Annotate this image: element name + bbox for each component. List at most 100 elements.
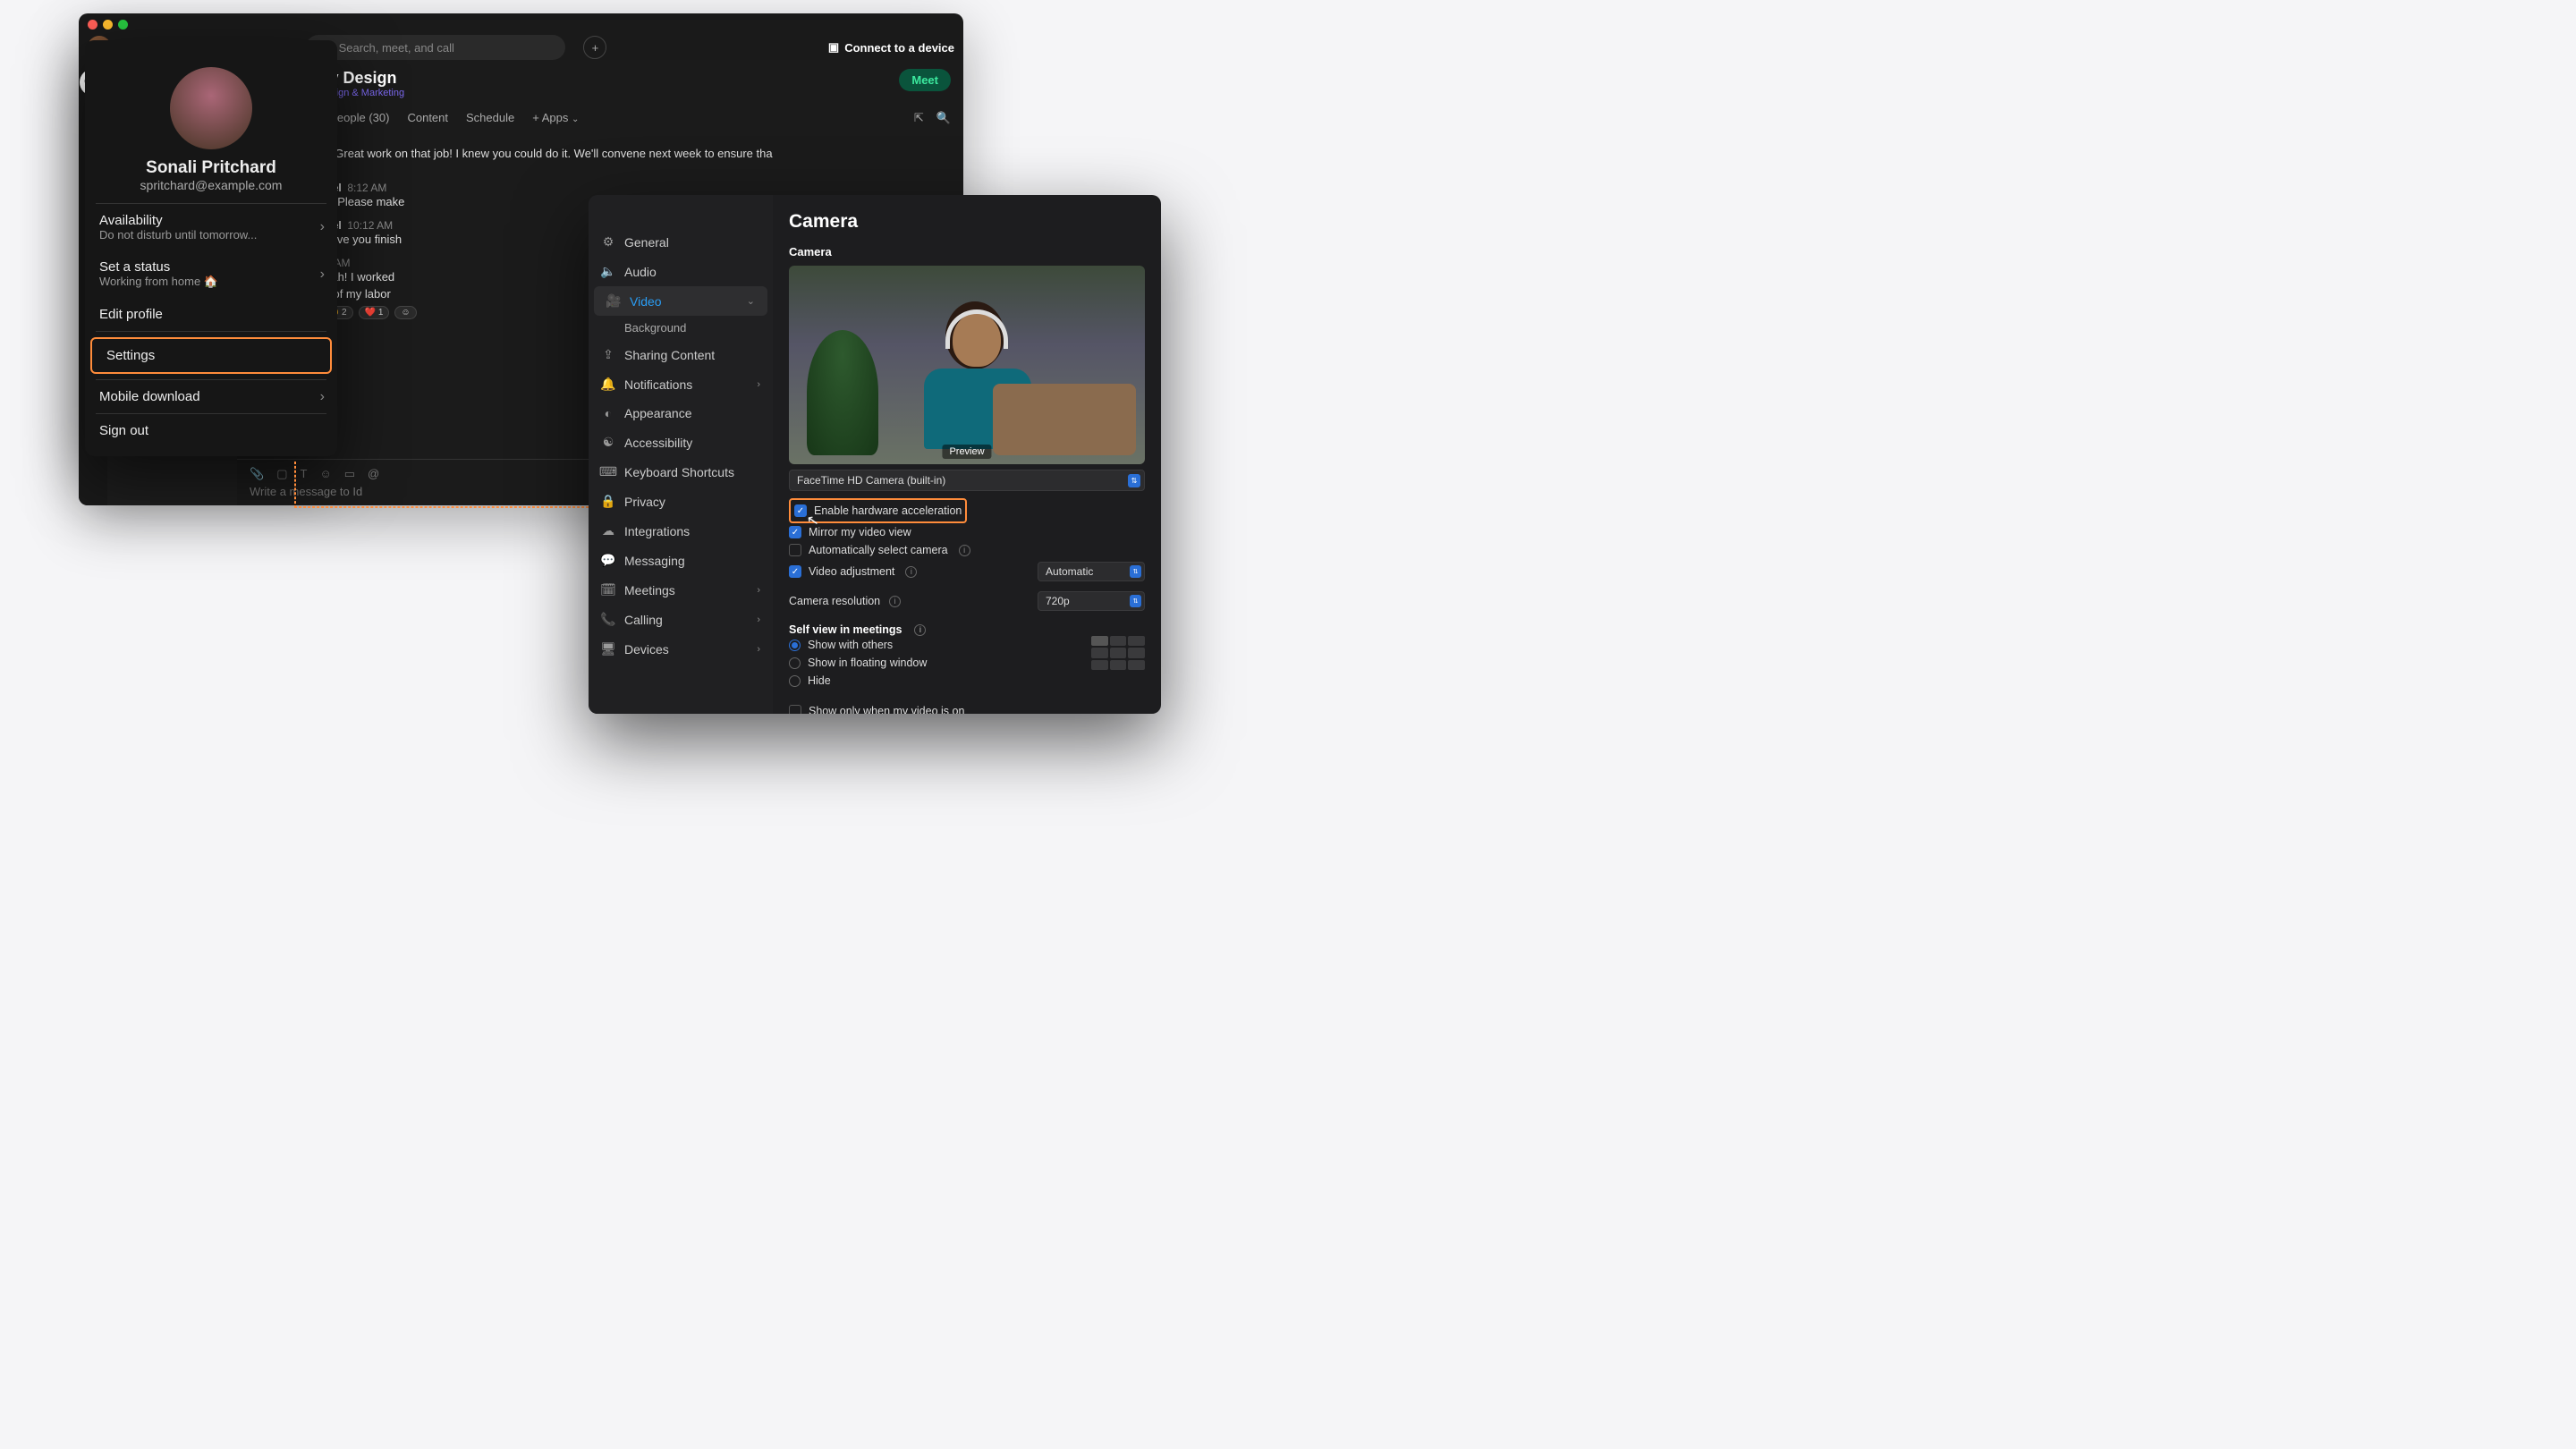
space-subtitle[interactable]: Graphic Design & Marketing: [282, 88, 900, 98]
gear-icon: ⚙: [601, 234, 615, 250]
popover-sign-out[interactable]: Sign out: [85, 414, 337, 447]
add-button[interactable]: +: [583, 36, 606, 59]
profile-name: Sonali Pritchard: [85, 158, 337, 178]
close-icon[interactable]: [88, 20, 97, 30]
speaker-icon: 🔈: [601, 264, 615, 279]
show-only-checkbox-row[interactable]: Show only when my video is on: [789, 702, 1145, 714]
sidebar-item-general[interactable]: ⚙General: [589, 227, 773, 257]
sidebar-item-messaging[interactable]: 💬Messaging: [589, 546, 773, 575]
sidebar-item-privacy[interactable]: 🔒Privacy: [589, 487, 773, 516]
tab-apps[interactable]: + Apps ⌄: [523, 107, 588, 128]
popover-availability[interactable]: AvailabilityDo not disturb until tomorro…: [85, 204, 337, 250]
appearance-icon: ◐: [601, 406, 615, 420]
chevron-right-icon: ›: [757, 644, 760, 655]
popover-settings[interactable]: Settings: [90, 337, 332, 374]
chevron-updown-icon: ⇅: [1130, 565, 1141, 578]
sidebar-item-calling[interactable]: 📞Calling›: [589, 605, 773, 634]
sidebar-item-background[interactable]: Background: [589, 316, 773, 340]
info-icon[interactable]: i: [905, 566, 917, 578]
minimize-icon[interactable]: [103, 20, 113, 30]
popover-mobile-download[interactable]: Mobile download›: [85, 380, 337, 413]
phone-icon: 📞: [601, 612, 615, 627]
checkbox-icon[interactable]: ✓: [789, 526, 801, 538]
settings-window: ⚙General 🔈Audio 🎥Video⌄ Background ⇪Shar…: [589, 195, 1161, 714]
checkbox-icon[interactable]: [789, 705, 801, 714]
radio-icon[interactable]: [789, 657, 801, 669]
sidebar-item-devices[interactable]: 🖥Devices›: [589, 634, 773, 664]
camera-preview: Preview: [789, 266, 1145, 464]
chevron-right-icon: ›: [757, 614, 760, 625]
chevron-down-icon: ⌄: [572, 114, 579, 124]
chat-icon: 💬: [601, 553, 615, 568]
info-icon[interactable]: i: [889, 596, 901, 607]
lock-icon: 🔒: [601, 494, 615, 509]
add-reaction-button[interactable]: ☺: [394, 306, 416, 319]
hw-accel-label: Enable hardware acceleration: [814, 504, 962, 517]
screenshot-icon[interactable]: ▢: [276, 467, 287, 481]
popover-edit-profile[interactable]: Edit profile: [85, 298, 337, 331]
sidebar-item-video[interactable]: 🎥Video⌄: [594, 286, 767, 316]
sidebar-item-sharing[interactable]: ⇪Sharing Content: [589, 340, 773, 369]
checkbox-icon[interactable]: ✓: [789, 565, 801, 578]
radio-icon[interactable]: [789, 640, 801, 651]
meet-button[interactable]: Meet: [899, 69, 951, 91]
video-adjustment-label: Video adjustment: [809, 565, 894, 578]
layout-grid-icon[interactable]: [1091, 636, 1145, 670]
mention-icon[interactable]: @: [368, 467, 379, 481]
tab-schedule[interactable]: Schedule: [457, 107, 523, 128]
meetings-icon: 🗓: [601, 582, 615, 597]
keyboard-icon: ⌨: [601, 464, 615, 479]
preview-label: Preview: [942, 445, 991, 459]
zoom-icon[interactable]: [118, 20, 128, 30]
profile-avatar: [170, 67, 252, 149]
chevron-updown-icon: ⇅: [1128, 474, 1140, 487]
share-icon: ⇪: [601, 347, 615, 362]
format-icon[interactable]: T: [300, 467, 307, 481]
self-view-radio-floating[interactable]: Show in floating window: [789, 654, 1091, 672]
checkbox-icon[interactable]: ✓: [794, 504, 807, 517]
camera-resolution-label: Camera resolution: [789, 595, 880, 607]
highlight-hw-accel: ✓ Enable hardware acceleration: [789, 498, 967, 523]
self-view-radio-hide[interactable]: Hide: [789, 672, 1091, 690]
devices-icon: 🖥: [601, 641, 615, 657]
info-icon[interactable]: i: [914, 624, 926, 636]
camera-select[interactable]: FaceTime HD Camera (built-in)⇅: [789, 470, 1145, 491]
popover-set-status[interactable]: Set a statusWorking from home 🏠 ›: [85, 250, 337, 298]
emoji-icon[interactable]: ☺: [319, 467, 331, 481]
tab-content[interactable]: Content: [398, 107, 457, 128]
sidebar-item-integrations[interactable]: ☁Integrations: [589, 516, 773, 546]
sidebar-item-meetings[interactable]: 🗓Meetings›: [589, 575, 773, 605]
sidebar-item-audio[interactable]: 🔈Audio: [589, 257, 773, 286]
sidebar-item-shortcuts[interactable]: ⌨Keyboard Shortcuts: [589, 457, 773, 487]
mirror-checkbox-row[interactable]: ✓ Mirror my video view: [789, 523, 1145, 541]
checkbox-icon[interactable]: [789, 544, 801, 556]
pin-icon[interactable]: ⇱: [914, 111, 924, 125]
camera-resolution-select[interactable]: 720p⇅: [1038, 591, 1145, 611]
chevron-updown-icon: ⇅: [1130, 595, 1141, 607]
reaction[interactable]: ❤️ 1: [359, 306, 390, 319]
bell-icon: 🔔: [601, 377, 615, 392]
auto-camera-checkbox-row[interactable]: Automatically select camera i: [789, 541, 1145, 559]
cast-icon: ▣: [828, 40, 839, 55]
sidebar-item-notifications[interactable]: 🔔Notifications›: [589, 369, 773, 399]
macos-traffic-lights: [79, 13, 963, 35]
integrations-icon: ☁: [601, 523, 615, 538]
accessibility-icon: ☯: [601, 435, 615, 450]
sidebar-item-appearance[interactable]: ◐Appearance: [589, 399, 773, 428]
connect-device-label: Connect to a device: [844, 41, 954, 55]
info-icon[interactable]: i: [959, 545, 970, 556]
settings-page-title: Camera: [789, 211, 1145, 233]
self-view-radio-others[interactable]: Show with others: [789, 636, 1091, 654]
auto-camera-label: Automatically select camera: [809, 544, 948, 556]
gif-icon[interactable]: ▭: [344, 467, 355, 481]
show-only-label: Show only when my video is on: [809, 705, 964, 714]
attach-icon[interactable]: 📎: [250, 467, 264, 481]
connect-device-button[interactable]: ▣ Connect to a device: [828, 40, 954, 55]
video-adjustment-select[interactable]: Automatic⇅: [1038, 562, 1145, 581]
radio-icon[interactable]: [789, 675, 801, 687]
hw-accel-checkbox-row[interactable]: ✓ Enable hardware acceleration: [794, 502, 962, 520]
search-in-space-icon[interactable]: 🔍: [936, 111, 951, 125]
space-title: Identity Design: [282, 69, 900, 88]
global-search[interactable]: 🔍 Search, meet, and call: [306, 35, 565, 60]
sidebar-item-accessibility[interactable]: ☯Accessibility: [589, 428, 773, 457]
